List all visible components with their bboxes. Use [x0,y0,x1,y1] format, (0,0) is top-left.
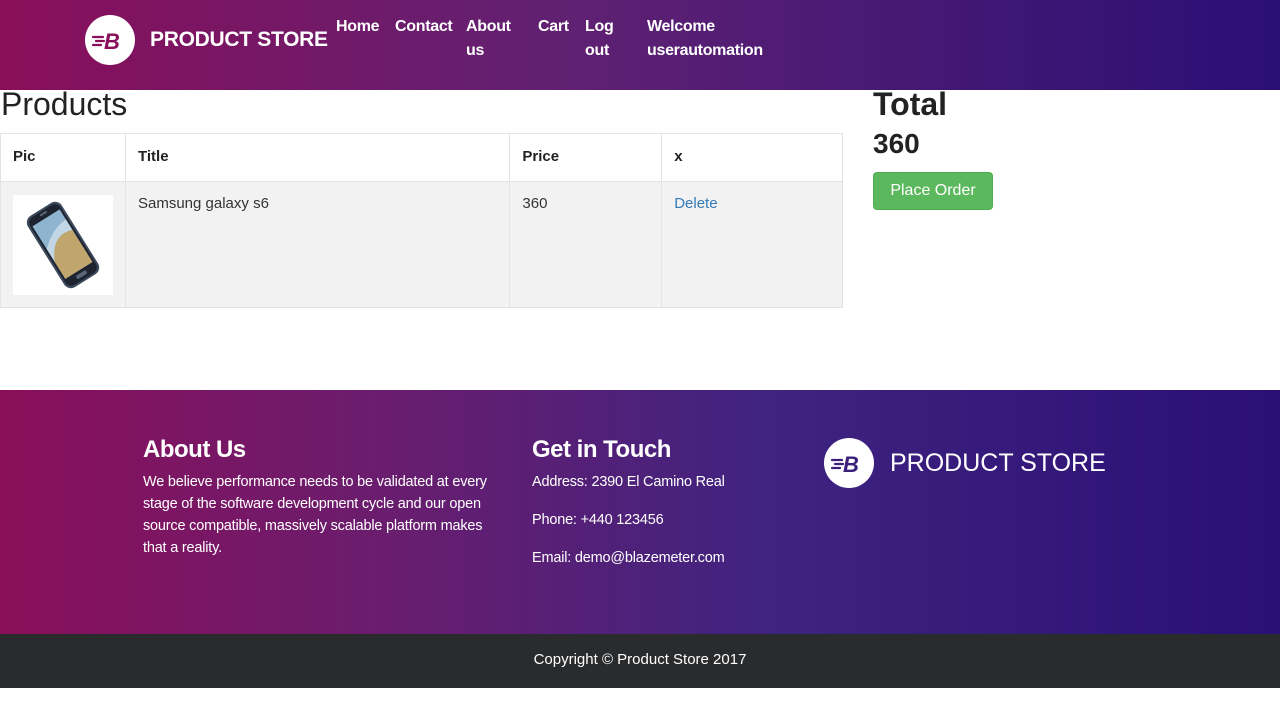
table-header-row: Pic Title Price x [0,133,843,182]
nav-about-label-1: About [466,18,511,35]
nav-contact[interactable]: Contact [395,15,453,39]
total-price: 360 [873,128,920,159]
delete-link[interactable]: Delete [674,195,717,212]
column-header-pic: Pic [0,133,126,182]
about-us-heading: About Us [143,436,246,463]
footer-brand-name: PRODUCT STORE [890,448,1106,477]
brand-name: PRODUCT STORE [150,28,328,51]
products-heading: Products [1,86,128,122]
place-order-button[interactable]: Place Order [873,172,993,210]
nav-about-us[interactable]: About us [466,15,511,63]
nav-welcome-label-2: userautomation [647,42,763,59]
product-price-cell: 360 [509,181,663,308]
nav-welcome-user[interactable]: Welcome userautomation [647,15,763,63]
product-action-cell: Delete [661,181,843,308]
about-us-text: We believe performance needs to be valid… [143,474,487,556]
product-title-cell: Samsung galaxy s6 [124,181,511,308]
get-in-touch-heading: Get in Touch [532,436,671,463]
brand-link[interactable]: B PRODUCT STORE [85,15,328,65]
footer: About Us We believe performance needs to… [0,390,1280,634]
phone-text: Phone: +440 123456 [532,512,664,528]
footer-logo-icon: B [824,438,874,488]
footer-brand: B PRODUCT STORE [824,438,1106,488]
table-row: Samsung galaxy s6 360 Delete [0,181,843,308]
nav-about-label-2: us [466,42,485,59]
product-pic-cell [0,181,126,308]
phone-image [13,195,113,295]
column-header-x: x [661,133,843,182]
nav-logout-label-1: Log [585,18,614,35]
svg-text:B: B [104,29,120,53]
email-text: Email: demo@blazemeter.com [532,550,725,566]
brand-logo-icon: B [85,15,135,65]
total-heading: Total [873,86,948,122]
copyright-text: Copyright © Product Store 2017 [533,651,747,668]
column-header-price: Price [509,133,663,182]
copyright-bar: Copyright © Product Store 2017 [0,634,1280,688]
svg-text:B: B [843,452,859,476]
nav-welcome-label-1: Welcome [647,18,715,35]
cart-table: Pic Title Price x Samsung galaxy s6 360 … [0,133,843,308]
nav-logout-label-2: out [585,42,609,59]
nav-cart[interactable]: Cart [538,15,569,39]
column-header-title: Title [124,133,511,182]
address-text: Address: 2390 El Camino Real [532,474,725,490]
nav-logout[interactable]: Log out [585,15,614,63]
nav-home[interactable]: Home [336,15,380,39]
navbar: B PRODUCT STORE Home Contact About us Ca… [0,0,1280,90]
